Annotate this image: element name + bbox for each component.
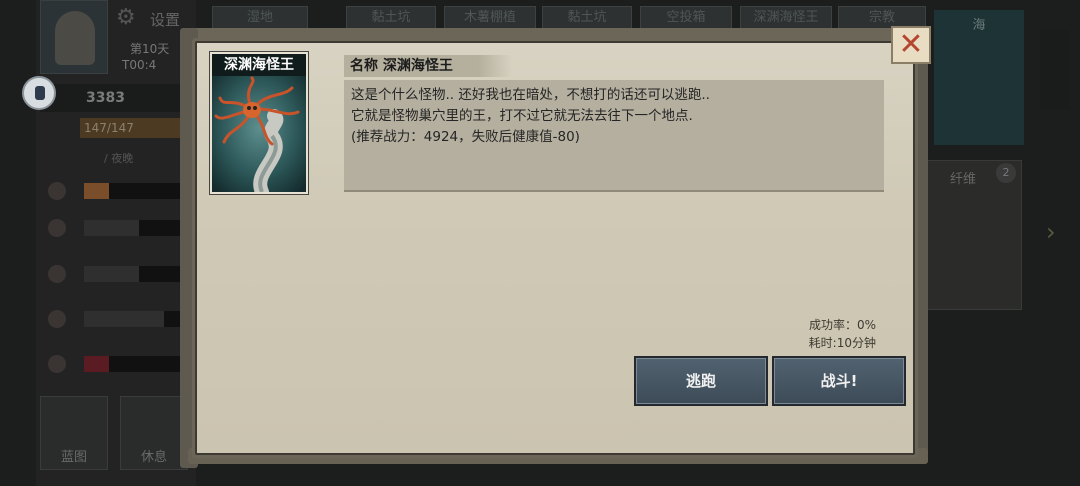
stat-bar-fill <box>84 356 109 372</box>
time-display: T00:4 <box>122 58 157 72</box>
eye-icon <box>48 310 66 328</box>
description-line-1: 这是个什么怪物.. 还好我也在暗处，不想打的话还可以逃跑.. <box>351 87 710 103</box>
side-toggle-button[interactable] <box>22 76 56 110</box>
rest-label: 休息 <box>140 450 167 465</box>
description-box: 这是个什么怪物.. 还好我也在暗处，不想打的话还可以逃跑.. 它就是怪物巢穴里的… <box>344 80 884 192</box>
fiber-label: 纤维 <box>950 172 977 187</box>
tab-location-1[interactable]: 黏土坑 <box>346 6 436 30</box>
tab-location-3[interactable]: 黏土坑 <box>542 6 632 30</box>
description-line-3: (推荐战力：4924，失败后健康值-80) <box>351 129 580 145</box>
gear-icon[interactable]: ⚙ <box>116 6 140 30</box>
blueprint-button[interactable]: 蓝图 <box>40 396 108 470</box>
time-of-day-label: / 夜晚 <box>104 152 134 165</box>
tab-location-4[interactable]: 空投箱 <box>640 6 732 30</box>
fiber-count-badge: 2 <box>996 163 1016 183</box>
right-strip <box>1040 30 1070 110</box>
rest-button[interactable]: 休息 <box>120 396 188 470</box>
water-drop-icon <box>48 265 66 283</box>
tab-location-5[interactable]: 深渊海怪王 <box>740 6 832 30</box>
settings-label[interactable]: 设置 <box>150 9 180 30</box>
stat-bar-fill <box>84 266 139 282</box>
stat-bar <box>84 311 184 327</box>
character-portrait[interactable] <box>40 0 108 74</box>
stat-bar <box>84 266 184 282</box>
stat-bar <box>84 220 184 236</box>
stat-bar-fill <box>84 311 164 327</box>
time-cost: 耗时:10分钟 <box>808 336 876 350</box>
kraken-illustration <box>212 76 306 192</box>
tab-location-2[interactable]: 木薯棚植 <box>444 6 536 30</box>
day-counter: 第10天 <box>130 42 170 56</box>
health-value: 147/147 <box>84 121 134 135</box>
encounter-stats: 成功率：0% 耗时:10分钟 <box>780 316 876 352</box>
chevron-right-icon[interactable]: › <box>1046 218 1056 246</box>
bread-icon <box>48 219 66 237</box>
description-line-2: 它就是怪物巢穴里的王，打不过它就无法去往下一个地点. <box>351 108 693 124</box>
stat-bar-fill <box>84 220 139 236</box>
blueprint-label: 蓝图 <box>60 450 87 465</box>
sea-label: 海 <box>972 18 986 33</box>
muscle-icon <box>48 355 66 373</box>
flee-button[interactable]: 逃跑 <box>634 356 768 406</box>
monster-card: 深渊海怪王 <box>210 52 308 194</box>
monster-card-title: 深渊海怪王 <box>212 54 306 76</box>
stat-bar <box>84 183 184 199</box>
success-rate: 成功率：0% <box>808 318 876 332</box>
hunger-icon <box>48 182 66 200</box>
close-icon: ✕ <box>898 27 924 62</box>
stat-bar-fill <box>84 183 109 199</box>
close-button[interactable]: ✕ <box>891 26 931 64</box>
monster-name-label: 名称 深渊海怪王 <box>344 55 512 77</box>
tab-location-0[interactable]: 湿地 <box>212 6 308 30</box>
stat-bar <box>84 356 184 372</box>
fight-button[interactable]: 战斗! <box>772 356 906 406</box>
power-value: 3383 <box>86 90 125 106</box>
